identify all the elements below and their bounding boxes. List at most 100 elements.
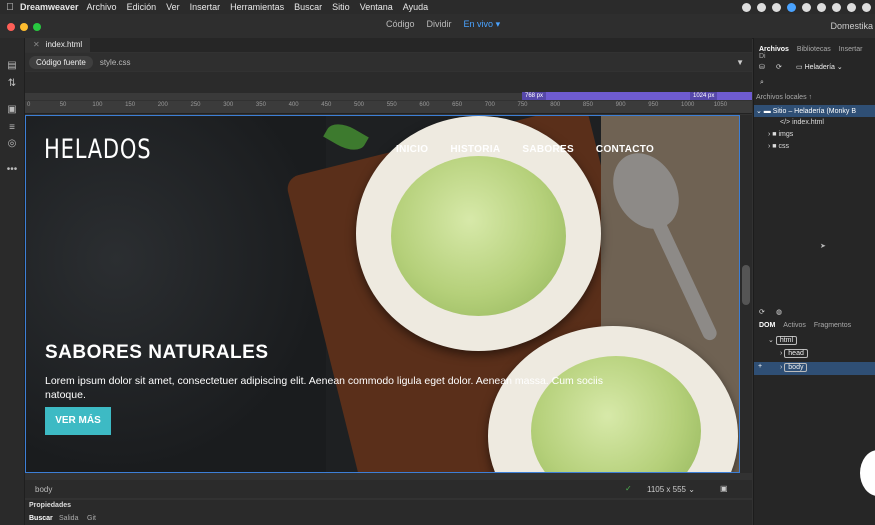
view-live-tab[interactable]: En vivo ▾	[464, 19, 501, 30]
tab-git[interactable]: Git	[87, 515, 96, 522]
wifi-icon[interactable]	[847, 2, 856, 12]
ruler-tick: 50	[59, 102, 67, 108]
media-query-range[interactable]	[545, 92, 752, 100]
toggle-icon[interactable]	[772, 2, 781, 12]
files-panel-tabs: Archivos Bibliotecas Insertar Di	[756, 46, 875, 60]
related-style-css[interactable]: style.css	[93, 56, 138, 69]
menu-herramientas[interactable]: Herramientas	[230, 2, 284, 12]
ruler-tick: 600	[419, 102, 430, 108]
dom-row-selected	[754, 362, 875, 375]
history-icon[interactable]	[817, 2, 826, 12]
document-tab[interactable]: ✕ index.html	[25, 38, 91, 52]
dom-node-head[interactable]: › head	[780, 349, 808, 358]
ruler-tick: 900	[615, 102, 626, 108]
dom-node-body[interactable]: › body	[780, 363, 808, 372]
tab-archivos[interactable]: Archivos	[756, 46, 792, 53]
time-machine-icon[interactable]	[802, 2, 811, 12]
viewport-size-select[interactable]: 1105 x 555 ⌄	[647, 485, 695, 494]
tab-dom[interactable]: DOM	[756, 322, 778, 329]
live-view[interactable]: HELADOS INICIO HISTORIA SABORES CONTACTO…	[25, 115, 740, 473]
related-source-code[interactable]: Código fuente	[29, 55, 93, 69]
ruler-tick: 450	[321, 102, 332, 108]
transfer-icon[interactable]: ⇅	[6, 78, 18, 90]
add-element-icon[interactable]: +	[758, 363, 762, 370]
record-icon[interactable]	[742, 2, 751, 12]
tree-index-html[interactable]: </> index.html	[780, 119, 824, 126]
ruler-tick: 200	[157, 102, 168, 108]
menu-insertar[interactable]: Insertar	[190, 2, 221, 12]
menu-buscar[interactable]: Buscar	[294, 2, 322, 12]
dom-node-html[interactable]: ⌄ html	[768, 336, 798, 345]
scrollbar-thumb[interactable]	[742, 265, 750, 305]
mq-min-label[interactable]: 768 px	[522, 92, 547, 100]
help-bubble[interactable]	[860, 450, 875, 496]
ruler-tick: 350	[255, 102, 266, 108]
properties-title[interactable]: Propiedades	[29, 502, 71, 509]
user-icon[interactable]	[787, 2, 796, 12]
ruler-tick: 100	[92, 102, 103, 108]
apple-icon[interactable]: 	[0, 2, 20, 13]
ruler-tick: 150	[125, 102, 136, 108]
server-icon[interactable]: ⛁	[759, 63, 765, 71]
menu-archivo[interactable]: Archivo	[87, 2, 117, 12]
nav-historia[interactable]: HISTORIA	[450, 144, 500, 155]
target-icon[interactable]: ◎	[6, 138, 18, 150]
ruler-tick: 0	[27, 102, 31, 108]
properties-panel: Propiedades Buscar Salida Git	[25, 500, 752, 525]
battery-icon[interactable]	[862, 2, 871, 12]
bluetooth-icon[interactable]	[832, 2, 841, 12]
tab-insertar[interactable]: Insertar	[836, 46, 866, 53]
ruler-tick: 1050	[713, 102, 728, 108]
menu-edicion[interactable]: Edición	[127, 2, 157, 12]
file-icon[interactable]: ▤	[6, 60, 18, 72]
refresh-icon[interactable]: ⟳	[759, 308, 765, 316]
minimize-window-icon[interactable]	[20, 23, 28, 31]
tab-buscar[interactable]: Buscar	[29, 515, 53, 522]
tab-salida[interactable]: Salida	[59, 515, 78, 522]
globe-icon[interactable]: ◍	[776, 308, 782, 316]
chevron-down-icon: ⌄	[688, 485, 695, 494]
inspect-icon[interactable]: ▣	[6, 104, 18, 116]
menu-app-name[interactable]: Dreamweaver	[20, 2, 79, 12]
menu-sitio[interactable]: Sitio	[332, 2, 350, 12]
tree-css-folder[interactable]: › ■ css	[768, 143, 789, 150]
close-window-icon[interactable]	[7, 23, 15, 31]
nav-contacto[interactable]: CONTACTO	[596, 144, 654, 155]
ruler-tick: 1000	[681, 102, 695, 108]
app-header: Código Dividir En vivo ▾ Domestika	[0, 14, 875, 39]
sync-icon[interactable]: ⟳	[776, 63, 782, 71]
ruler-tick: 300	[223, 102, 234, 108]
tag-selector-body[interactable]: body	[35, 485, 52, 494]
tab-bibliotecas[interactable]: Bibliotecas	[794, 46, 834, 53]
status-bar: body ✓ 1105 x 555 ⌄ ▣	[25, 480, 752, 498]
live-view-scrollbar[interactable]	[740, 115, 752, 473]
cloud-icon[interactable]	[757, 2, 766, 12]
menu-ventana[interactable]: Ventana	[360, 2, 393, 12]
view-split-tab[interactable]: Dividir	[427, 19, 452, 30]
local-files-label[interactable]: Archivos locales ↑	[756, 94, 812, 101]
ver-mas-button[interactable]: VER MÁS	[45, 407, 111, 435]
site-logo[interactable]: HELADOS	[44, 134, 151, 165]
more-icon[interactable]: •••	[6, 164, 18, 176]
zoom-window-icon[interactable]	[33, 23, 41, 31]
close-tab-icon[interactable]: ✕	[33, 40, 40, 49]
tree-site-root[interactable]: ⌄ ▬ Sitio – Heladería (Monky B	[756, 107, 856, 115]
tab-di[interactable]: Di	[756, 53, 769, 60]
filter-icon[interactable]: ▼	[736, 58, 744, 67]
menu-ayuda[interactable]: Ayuda	[403, 2, 428, 12]
preview-icon[interactable]: ▣	[720, 484, 728, 493]
tree-imgs-folder[interactable]: › ■ imgs	[768, 131, 793, 138]
search-icon[interactable]: ⌕	[760, 79, 764, 87]
ruler-tick: 950	[648, 102, 659, 108]
tab-fragmentos[interactable]: Fragmentos	[811, 322, 854, 329]
view-code-tab[interactable]: Código	[386, 19, 415, 30]
workspace-switcher[interactable]: Domestika	[830, 21, 873, 31]
tab-activos[interactable]: Activos	[780, 322, 809, 329]
site-select[interactable]: ▭ Heladería ⌄	[796, 63, 843, 71]
ruler-tick: 500	[354, 102, 365, 108]
menu-ver[interactable]: Ver	[166, 2, 180, 12]
mq-max-label[interactable]: 1024 px	[690, 92, 718, 100]
list-icon[interactable]: ≡	[6, 122, 18, 134]
nav-sabores[interactable]: SABORES	[522, 144, 574, 155]
nav-inicio[interactable]: INICIO	[396, 144, 428, 155]
